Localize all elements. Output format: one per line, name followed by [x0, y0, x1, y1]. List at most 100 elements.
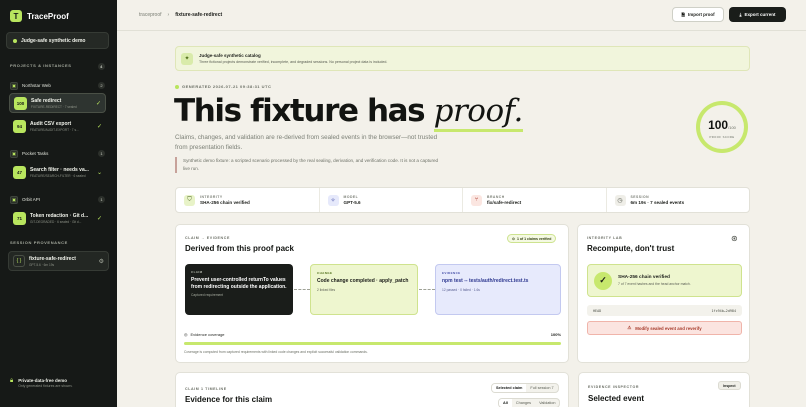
breadcrumb: traceproof › fixture-safe-redirect — [139, 12, 222, 18]
lab-kicker: INTEGRITY LAB — [587, 236, 623, 240]
meta-key: INTEGRITY — [200, 195, 223, 199]
claim-box[interactable]: CLAIM Prevent user-controlled returnTo v… — [185, 264, 293, 315]
fixture-title: Safe redirect — [31, 97, 62, 104]
claim-evidence-card: CLAIM → EVIDENCE Derived from this proof… — [175, 224, 569, 363]
head-label: HEAD — [593, 308, 602, 313]
inspector-title: Selected event — [588, 394, 645, 403]
gear-icon[interactable]: ⚙ — [99, 258, 104, 265]
claim-box-title: Prevent user-controlled returnTo values … — [191, 277, 287, 290]
change-box-sub: 2 linked files — [317, 287, 336, 292]
coverage-value: 100% — [550, 332, 561, 337]
tab-all[interactable]: All — [499, 399, 512, 407]
page-subtitle: Claims, changes, and validation are re-d… — [175, 134, 438, 151]
meta-key: BRANCH — [487, 195, 505, 199]
claims-verified-text: 1 of 1 claims verified — [516, 236, 552, 241]
fixture-subtitle: FEATURE/AUDIT-EXPORT · 7 s... — [30, 127, 79, 132]
session-meta-row: ⛉ INTEGRITY SHA-256 chain verified ✧ MODE… — [175, 187, 750, 213]
flow-arrow — [294, 289, 310, 290]
shield-check-icon: ⛉ — [184, 194, 195, 206]
brand[interactable]: T TraceProof — [10, 10, 69, 22]
title-emphasis: proof. — [433, 93, 523, 132]
sparkle-icon: ✦ — [181, 52, 193, 65]
project-count: 2 — [98, 82, 105, 89]
timeline-scope-tabs: Selected claim Full session 7 — [491, 383, 559, 393]
fixture-subtitle: GIT-DEGRADED · 6 sealed · Git d... — [30, 219, 82, 224]
coverage-row: ◎ Evidence coverage 100% — [184, 332, 561, 337]
breadcrumb-current: fixture-safe-redirect — [175, 12, 223, 18]
check-icon: ✓ — [95, 100, 101, 107]
claim-box-sub: Captured requirement — [191, 293, 224, 297]
fixture-item-search-filter[interactable]: 47 Search filter · needs va... FEATURE/S… — [9, 162, 106, 182]
fixture-item-token-redaction[interactable]: 71 Token redaction · Git d... GIT-DEGRAD… — [9, 208, 106, 228]
hash-verified-panel: ✓ SHA-256 chain verified 7 of 7 event ha… — [587, 264, 742, 297]
meta-value: 6m 19s · 7 sealed events — [630, 200, 685, 205]
project-name: Orbit API — [22, 197, 41, 202]
proof-score-ring: 100/100 PROOF SCORE — [696, 101, 748, 153]
folder-icon: ▣ — [10, 81, 18, 90]
evidence-box[interactable]: EVIDENCE npm test -- tests/auth/redirect… — [435, 264, 561, 315]
check-icon: ✓ — [96, 215, 102, 222]
timeline-kicker: CLAIM 1 TIMELINE — [185, 387, 227, 391]
check-icon: ✓ — [96, 123, 102, 130]
app-name: TraceProof — [27, 11, 69, 21]
coverage-bar — [184, 342, 561, 345]
coverage-note: Coverage is computed from captured requi… — [184, 350, 368, 354]
title-main: This fixture has — [174, 93, 426, 129]
braces-icon: { } — [13, 255, 25, 267]
chevron-down-icon: ⌄ — [96, 169, 102, 176]
demo-pill-label: Judge-safe synthetic demo — [21, 37, 86, 44]
fixture-item-safe-redirect[interactable]: 100 Safe redirect FIXTURE-REDIRECT · 7 s… — [9, 93, 106, 113]
notice-text: Three fictional projects demonstrate ver… — [199, 60, 388, 64]
project-orbit-api[interactable]: ▣ Orbit API 1 — [10, 194, 105, 205]
change-box[interactable]: CHANGE Code change completed · apply_pat… — [310, 264, 418, 315]
timeline-title: Evidence for this claim — [185, 395, 273, 404]
project-count: 1 — [98, 150, 105, 157]
fixture-item-audit-csv[interactable]: 94 Audit CSV export FEATURE/AUDIT-EXPORT… — [9, 116, 106, 136]
export-current-button[interactable]: ⤓ Export current — [729, 7, 786, 22]
lab-title: Recompute, don't trust — [587, 244, 675, 253]
meta-value: SHA-256 chain verified — [200, 200, 250, 205]
footer-title: Private-data-free demo — [18, 378, 67, 383]
tamper-reverify-button[interactable]: ⚠ Modify sealed event and reverify — [587, 321, 742, 335]
projects-count: 4 — [98, 63, 105, 70]
project-count: 1 — [98, 196, 105, 203]
tab-validation[interactable]: Validation — [535, 399, 559, 407]
project-pocket-tasks[interactable]: ▣ Pocket Tasks 1 — [10, 148, 105, 159]
meta-integrity: ⛉ INTEGRITY SHA-256 chain verified — [176, 188, 320, 212]
claim-kicker: CLAIM → EVIDENCE — [185, 236, 230, 240]
fixture-score-badge: 71 — [13, 211, 26, 225]
demo-mode-pill[interactable]: Judge-safe synthetic demo — [6, 32, 109, 49]
inspect-button[interactable]: Inspect — [718, 381, 741, 390]
tab-selected-claim[interactable]: Selected claim — [492, 384, 527, 392]
status-dot-icon — [13, 38, 17, 43]
check-icon: ✓ — [594, 271, 612, 290]
sidebar: T TraceProof Judge-safe synthetic demo P… — [0, 0, 117, 407]
synthetic-note: Synthetic demo fixture: a scripted scena… — [175, 157, 440, 173]
provenance-heading-label: SESSION PROVENANCE — [10, 240, 68, 245]
projects-heading-label: PROJECTS & INSTANCES — [10, 63, 72, 68]
fixture-title: Token redaction · Git d... — [30, 212, 89, 219]
fixture-subtitle: FIXTURE-REDIRECT · 7 sealed — [31, 104, 77, 109]
breadcrumb-root[interactable]: traceproof — [139, 12, 162, 18]
session-provenance-card[interactable]: { } fixture-safe-redirect GPT-5.6 · 6m 1… — [8, 251, 109, 271]
change-box-kicker: CHANGE — [317, 271, 333, 275]
footer-sub: Only generated fixtures are shown. — [18, 384, 73, 388]
fixture-title: Audit CSV export — [30, 120, 72, 127]
import-proof-button[interactable]: 🗎︎ Import proof — [672, 7, 724, 22]
tab-full-session[interactable]: Full session 7 — [526, 384, 557, 392]
provenance-sub: GPT-5.6 · 6m 19s — [28, 262, 55, 267]
hash-title: SHA-256 chain verified — [618, 275, 670, 280]
sidebar-footer: 🔒︎ Private-data-free demo Only generated… — [10, 378, 72, 388]
project-northstar-web[interactable]: ▣ Northstar Web 2 — [10, 80, 105, 91]
tamper-label: Modify sealed event and reverify — [635, 325, 702, 331]
folder-icon: ▣ — [10, 149, 18, 158]
fingerprint-icon: ⊛ — [731, 234, 738, 243]
fixture-subtitle: FEATURE/SEARCH-FILTER · 6 sealed — [30, 173, 86, 178]
meta-value: GPT-5.6 — [343, 200, 361, 205]
tab-changes[interactable]: Changes — [512, 399, 535, 407]
sparkle-icon: ✧ — [327, 194, 339, 206]
flow-arrow — [419, 289, 435, 290]
generated-text: GENERATED 2026-07-21 09:38:31 UTC — [182, 84, 272, 89]
meta-branch: ⑂ BRANCH fix/safe-redirect — [463, 188, 607, 212]
evidence-box-sub: 12 passed · 0 failed · 1.6s — [442, 287, 480, 292]
